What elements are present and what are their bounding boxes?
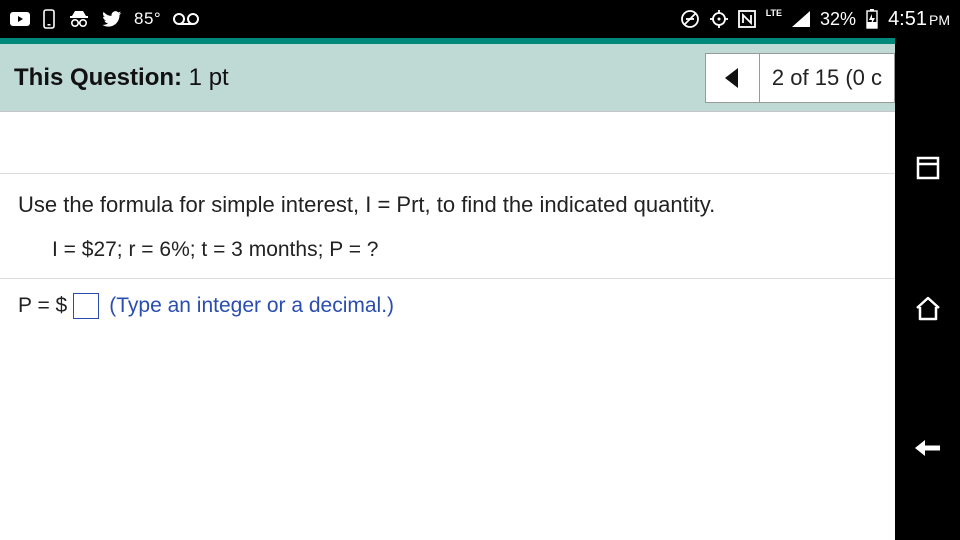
problem-instruction: Use the formula for simple interest, I =… bbox=[18, 192, 877, 218]
lte-label: LTE bbox=[766, 8, 782, 18]
dnd-icon bbox=[680, 9, 700, 29]
back-icon bbox=[913, 437, 943, 459]
prev-question-button[interactable] bbox=[706, 54, 760, 102]
battery-icon bbox=[866, 9, 878, 29]
problem-given: I = $27; r = 6%; t = 3 months; P = ? bbox=[18, 238, 877, 262]
question-points: 1 pt bbox=[189, 64, 229, 91]
question-title-prefix: This Question: bbox=[14, 64, 182, 91]
blank-section bbox=[0, 112, 895, 174]
incognito-icon bbox=[68, 9, 90, 29]
problem-section: Use the formula for simple interest, I =… bbox=[0, 174, 895, 279]
device-icon bbox=[42, 9, 56, 29]
location-icon bbox=[710, 10, 728, 28]
battery-percent: 32% bbox=[820, 9, 856, 30]
triangle-left-icon bbox=[723, 66, 741, 90]
youtube-icon bbox=[10, 12, 30, 26]
status-right-group: LTE 32% 4:51PM bbox=[680, 8, 950, 31]
question-header: This Question: 1 pt 2 of 15 (0 c bbox=[0, 44, 895, 112]
recent-apps-button[interactable] bbox=[895, 108, 960, 228]
nfc-icon bbox=[738, 10, 756, 28]
recent-apps-icon bbox=[915, 155, 941, 181]
question-progress[interactable]: 2 of 15 (0 c bbox=[760, 54, 894, 102]
clock-text: 4:51PM bbox=[888, 8, 950, 31]
android-nav-bar bbox=[895, 38, 960, 540]
answer-row: P = $ (Type an integer or a decimal.) bbox=[0, 279, 895, 333]
question-title: This Question: 1 pt bbox=[14, 64, 229, 92]
time-value: 4:51 bbox=[888, 8, 927, 30]
status-left-group: 85° bbox=[10, 9, 199, 29]
question-body: Use the formula for simple interest, I =… bbox=[0, 112, 895, 333]
back-button[interactable] bbox=[895, 388, 960, 508]
voicemail-icon bbox=[173, 12, 199, 26]
app-content: This Question: 1 pt 2 of 15 (0 c Use the… bbox=[0, 38, 895, 540]
temperature-text: 85° bbox=[134, 9, 161, 29]
time-ampm: PM bbox=[929, 12, 950, 28]
question-nav: 2 of 15 (0 c bbox=[705, 53, 895, 103]
answer-prefix: P = $ bbox=[18, 294, 67, 318]
twitter-icon bbox=[102, 11, 122, 28]
answer-input[interactable] bbox=[73, 293, 99, 319]
answer-hint: (Type an integer or a decimal.) bbox=[109, 294, 394, 318]
home-icon bbox=[913, 294, 943, 322]
signal-icon bbox=[792, 11, 810, 27]
home-button[interactable] bbox=[895, 248, 960, 368]
android-status-bar: 85° LTE 32% 4:51PM bbox=[0, 0, 960, 38]
